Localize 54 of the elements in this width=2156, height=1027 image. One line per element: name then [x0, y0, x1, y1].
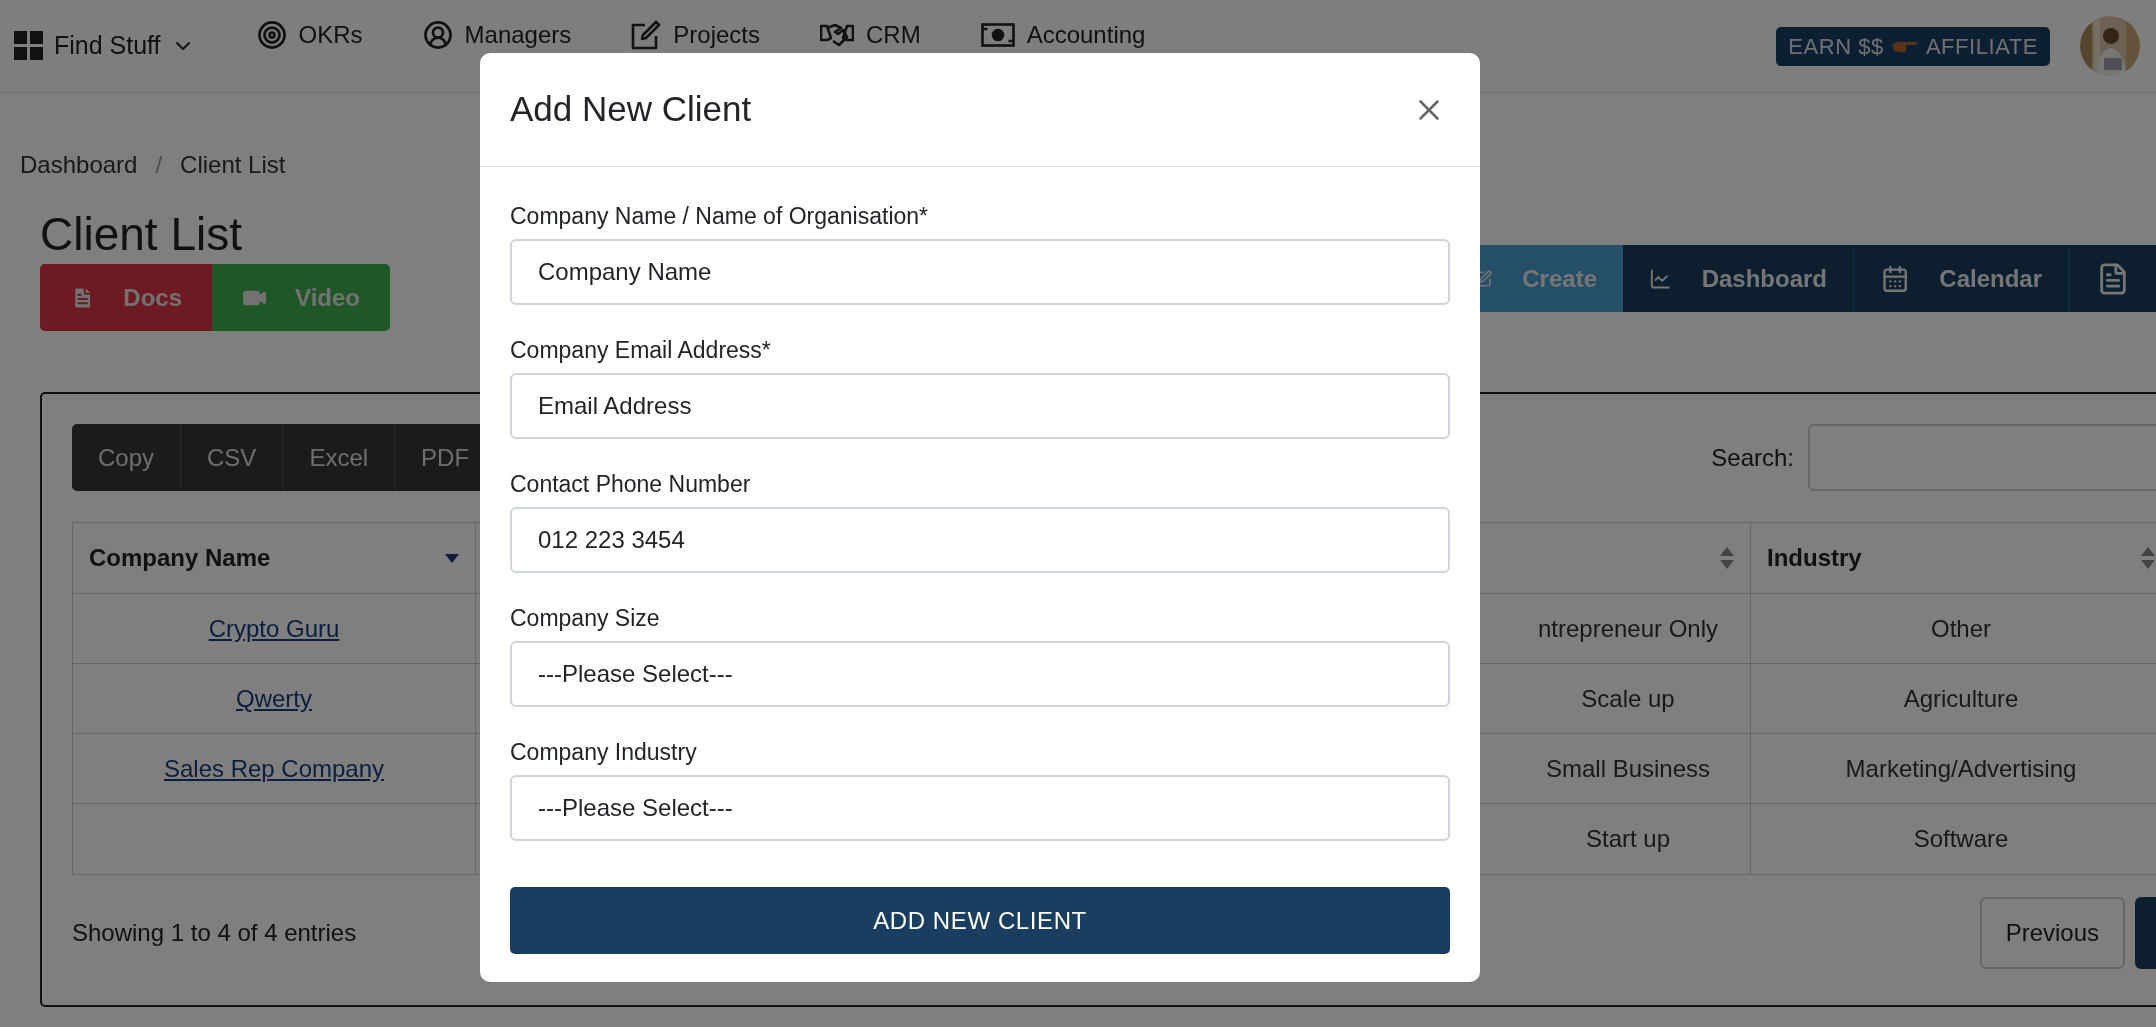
button-text: EARN $$ [1788, 32, 1884, 61]
export-button[interactable]: CSV [181, 424, 284, 491]
breadcrumb-item[interactable]: Dashboard [20, 150, 138, 180]
field-label: Company Email Address* [510, 336, 772, 365]
toolbar-button[interactable]: Dashboard [1623, 245, 1855, 312]
input-field[interactable]: Email Address [510, 373, 1450, 439]
export-button[interactable]: Copy [72, 424, 182, 491]
field-label: Company Size [510, 604, 661, 633]
submit-button[interactable]: ADD NEW CLIENT [510, 887, 1450, 954]
nav-link[interactable]: Accounting [980, 21, 1146, 49]
table-cell-text: Agriculture [1903, 683, 2019, 714]
column-header[interactable]: Industry [1751, 523, 2156, 593]
table-cell-text: Small Business [1545, 753, 1711, 784]
field-label: Contact Phone Number [510, 470, 752, 499]
pagination-button[interactable]: Previous [1979, 897, 2125, 969]
search-label: Search: [1711, 442, 1794, 473]
table-cell-text: Start up [1585, 824, 1670, 854]
select-field[interactable]: ---Please Select--- [510, 641, 1450, 707]
page-title: Client List [40, 207, 243, 262]
docs-button[interactable]: Docs [40, 264, 212, 331]
entries-info: Showing 1 to 4 of 4 entries [72, 918, 357, 948]
modal-title: Add New Client [510, 88, 752, 131]
field-label: Company Name / Name of Organisation* [510, 202, 930, 231]
company-link[interactable]: Sales Rep Company [163, 750, 385, 787]
target-icon [256, 20, 287, 50]
toolbar-button[interactable]: Calendar [1855, 245, 2070, 312]
column-header[interactable]: Company Name [73, 523, 476, 593]
input-field[interactable]: 012 223 3454 [510, 507, 1450, 573]
user-icon [422, 20, 453, 50]
table-cell-text: Marketing/Advertising [1845, 753, 2077, 784]
table-cell-text: Software [1913, 824, 2009, 854]
search-field[interactable] [1808, 424, 2156, 491]
company-link[interactable]: Qwerty [236, 680, 312, 717]
input-field[interactable]: Company Name [510, 239, 1450, 305]
handshake-icon [820, 23, 854, 47]
table-cell-text: Scale up [1581, 683, 1675, 714]
breadcrumb-item: Client List [180, 150, 286, 180]
table-cell-text: ntrepreneur Only [1537, 613, 1719, 644]
table-cell-text: Other [1931, 613, 1991, 644]
find-stuff-menu[interactable]: Find Stuff [14, 27, 195, 65]
select-field[interactable]: ---Please Select--- [510, 775, 1450, 841]
nav-link[interactable]: Managers [422, 20, 572, 50]
edit-icon [631, 20, 662, 50]
field-label: Company Industry [510, 738, 698, 767]
nav-link[interactable]: Projects [631, 20, 760, 50]
company-link[interactable]: Crypto Guru [208, 610, 340, 647]
affiliate-button[interactable]: EARN $$ AFFILIATE [1776, 26, 2050, 66]
nav-link[interactable]: CRM [820, 21, 921, 49]
button-text: AFFILIATE [1925, 32, 2038, 61]
money-icon [980, 23, 1015, 47]
nav-link[interactable]: OKRs [256, 20, 363, 50]
breadcrumb-separator: / [155, 150, 163, 180]
grid-icon [14, 31, 44, 61]
export-button[interactable]: Excel [283, 424, 396, 491]
